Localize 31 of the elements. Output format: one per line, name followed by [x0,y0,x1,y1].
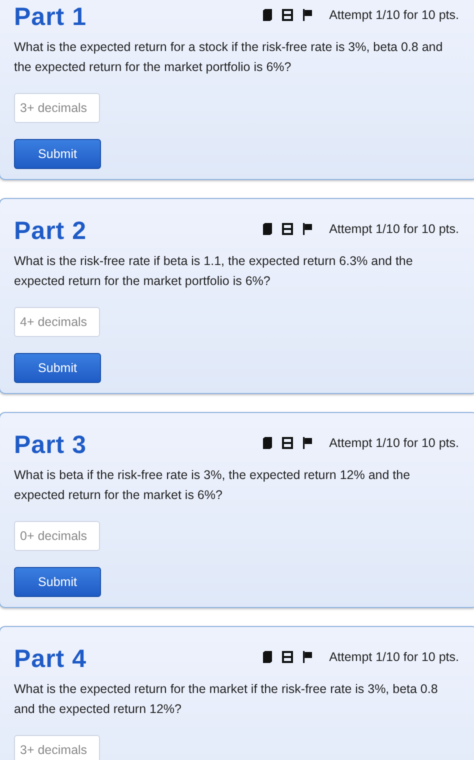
flag-icon[interactable] [303,651,314,663]
panel-icon[interactable] [282,223,294,235]
question-text: What is the expected return for the market if the risk-free rate is 3%, beta 0.8 and the expected return 12%? [14,681,439,718]
answer-field[interactable]: 3+ decimals [14,93,100,123]
attempt-info: Attempt 1/10 for 10 pts. [329,8,459,22]
part-title: Part 4 [14,644,86,674]
part-title: Part 3 [14,430,86,460]
attempt-info: Attempt 1/10 for 10 pts. [329,222,459,236]
submit-button[interactable]: Submit [14,567,101,597]
panel-icon[interactable] [282,9,294,21]
part-title: Part 1 [14,2,86,32]
answer-field[interactable]: 0+ decimals [14,521,100,551]
submit-button[interactable]: Submit [14,353,101,383]
attempt-info: Attempt 1/10 for 10 pts. [329,650,459,664]
question-text: What is the risk-free rate if beta is 1.1, the expected return 6.3% and the expected return for the market portfolio is 6%? [14,253,414,290]
flag-icon[interactable] [303,223,314,235]
book-icon[interactable] [262,223,272,235]
book-icon[interactable] [262,651,272,663]
book-icon[interactable] [262,437,272,449]
panel-icon[interactable] [282,437,294,449]
flag-icon[interactable] [303,9,314,21]
question-text: What is the expected return for a stock if the risk-free rate is 3%, beta 0.8 and the expected return for the market portfolio is 6%? [14,39,444,76]
question-text: What is beta if the risk-free rate is 3%, the expected return 12% and the expected return for the market is 6%? [14,467,412,504]
flag-icon[interactable] [303,437,314,449]
panel-icon[interactable] [282,651,294,663]
book-icon[interactable] [262,9,272,21]
attempt-info: Attempt 1/10 for 10 pts. [329,436,459,450]
part-title: Part 2 [14,216,86,246]
answer-field[interactable]: 4+ decimals [14,307,100,337]
answer-field[interactable]: 3+ decimals [14,735,100,760]
submit-button[interactable]: Submit [14,139,101,169]
